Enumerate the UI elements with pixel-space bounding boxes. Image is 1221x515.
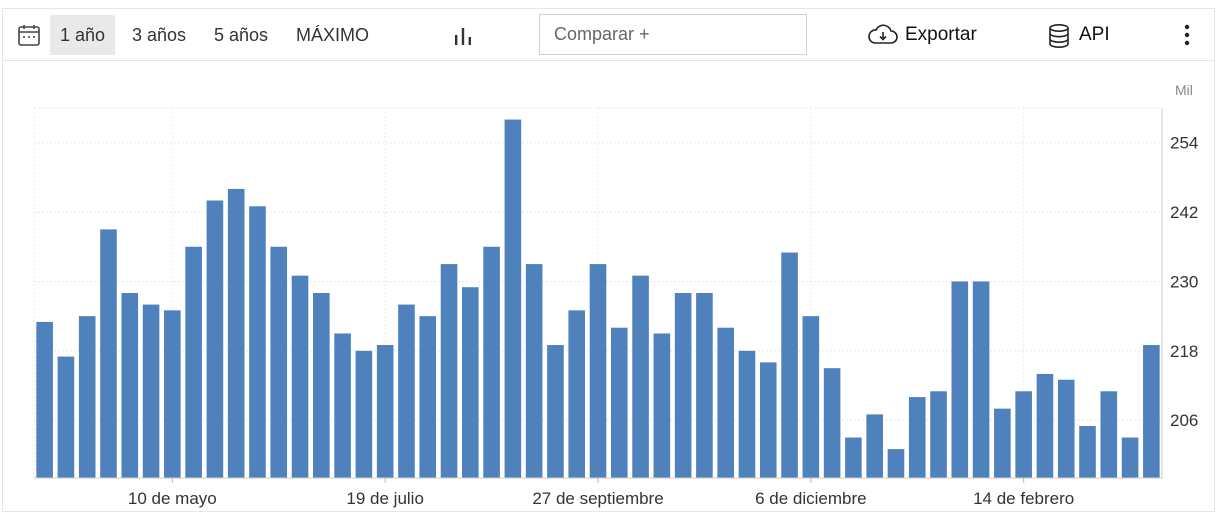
bar: [547, 345, 564, 478]
bar: [781, 252, 798, 478]
bar: [249, 206, 266, 478]
bar: [419, 316, 437, 479]
y-tick-label: 218: [1170, 342, 1198, 361]
bar: [802, 316, 820, 479]
y-tick-label: 254: [1170, 134, 1198, 153]
bar: [121, 293, 139, 478]
bar: [674, 293, 692, 478]
bar: [610, 327, 628, 478]
bar: [823, 368, 841, 478]
bar: [100, 229, 117, 478]
y-tick-label: 230: [1170, 272, 1198, 291]
bar: [270, 246, 288, 478]
bar: [440, 264, 458, 478]
bar: [525, 264, 543, 478]
bar: [1100, 391, 1118, 478]
x-tick-label: 19 de julio: [346, 489, 424, 508]
bar: [57, 356, 75, 478]
bar: [759, 362, 777, 479]
bar: [185, 246, 202, 478]
bar-chart: 206 218 230 242 254 10 de mayo 19 de julio 27 d…: [33, 107, 1198, 508]
bar: [1015, 391, 1032, 478]
bar: [164, 310, 181, 478]
bar: [1143, 345, 1160, 478]
bar: [227, 188, 245, 478]
bar: [887, 449, 905, 478]
bar: [1057, 379, 1075, 478]
bar: [696, 293, 713, 478]
bar: [355, 350, 373, 478]
bar: [845, 437, 862, 478]
bar: [206, 200, 224, 478]
bar: [398, 304, 415, 478]
bar: [908, 397, 926, 478]
bar: [1079, 425, 1096, 478]
bar: [376, 345, 394, 478]
bar: [930, 391, 947, 478]
bar: [632, 275, 649, 478]
bar: [738, 350, 756, 478]
bar: [994, 408, 1011, 479]
bar: [1036, 373, 1054, 478]
x-tick-label: 10 de mayo: [128, 489, 217, 508]
bar: [313, 293, 330, 478]
bar: [78, 316, 96, 479]
bar: [717, 327, 734, 478]
bar: [866, 414, 883, 478]
bar: [36, 321, 53, 478]
y-tick-label: 206: [1170, 411, 1198, 430]
bar: [291, 275, 309, 478]
bar: [568, 310, 586, 478]
x-tick-label: 6 de diciembre: [755, 489, 867, 508]
chart-widget: 1 año 3 años 5 años MÁXIMO Comparar + Ex…: [2, 8, 1215, 512]
bar: [504, 119, 522, 478]
bar: [334, 333, 351, 478]
bar: [462, 287, 479, 478]
bar: [142, 304, 160, 478]
bar: [653, 333, 671, 478]
bar: [589, 264, 607, 478]
x-tick-label: 27 de septiembre: [532, 489, 663, 508]
bar: [483, 246, 500, 478]
bar: [1121, 437, 1139, 478]
bar: [972, 281, 990, 478]
bar: [951, 281, 969, 478]
x-tick-label: 14 de febrero: [973, 489, 1074, 508]
y-tick-label: 242: [1170, 203, 1198, 222]
